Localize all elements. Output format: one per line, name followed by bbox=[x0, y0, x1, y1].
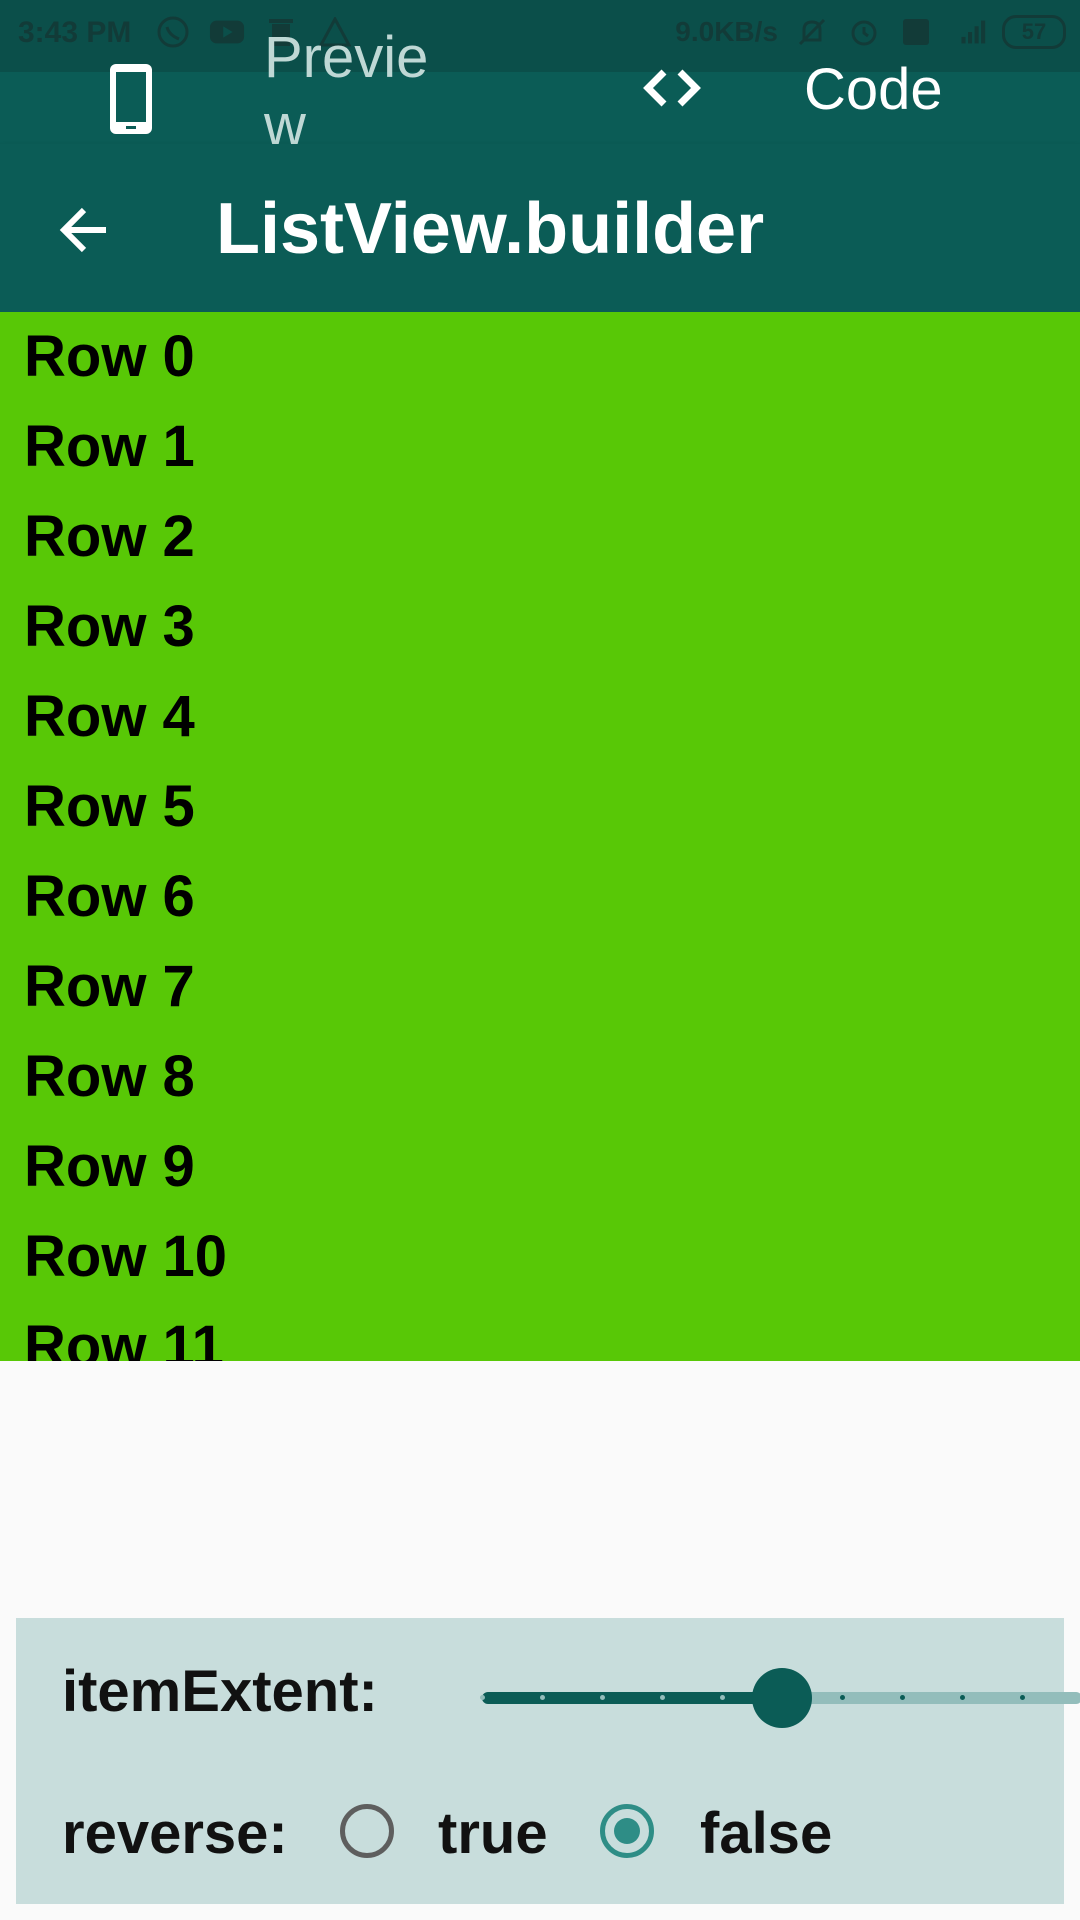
mute-icon bbox=[794, 14, 830, 50]
list-item: Row 6 bbox=[24, 864, 195, 929]
controls-panel: itemExtent: reverse: true false bbox=[16, 1618, 1080, 1904]
list-item: Row 5 bbox=[24, 774, 195, 839]
phone-icon bbox=[106, 50, 156, 140]
page-title: ListView.builder bbox=[216, 189, 765, 269]
slider-tick bbox=[660, 1695, 665, 1700]
slider-track-active bbox=[482, 1692, 782, 1704]
reverse-true-label[interactable]: true bbox=[438, 1800, 548, 1867]
app-bar: ListView.builder bbox=[0, 144, 1080, 312]
reverse-true-radio[interactable] bbox=[340, 1804, 394, 1858]
battery-indicator: 57 bbox=[1002, 15, 1066, 49]
slider-tick bbox=[960, 1695, 965, 1700]
whatsapp-icon bbox=[155, 14, 191, 50]
volte-icon bbox=[898, 14, 934, 50]
list-item: Row 4 bbox=[24, 684, 195, 749]
slider-thumb[interactable] bbox=[752, 1668, 812, 1728]
youtube-icon bbox=[209, 14, 245, 50]
list-item: Row 10 bbox=[24, 1224, 228, 1289]
list-item: Row 1 bbox=[24, 414, 195, 479]
code-icon bbox=[640, 60, 704, 116]
list-item: Row 11 bbox=[24, 1314, 224, 1361]
alarm-icon bbox=[846, 14, 882, 50]
network-speed: 9.0KB/s bbox=[675, 16, 778, 47]
tab-preview-label: Preview bbox=[264, 25, 429, 158]
slider-tick bbox=[480, 1695, 485, 1700]
slider-track-inactive bbox=[782, 1692, 1080, 1704]
radio-selected-dot bbox=[614, 1818, 640, 1844]
slider-tick bbox=[600, 1695, 605, 1700]
slider-tick bbox=[720, 1695, 725, 1700]
reverse-false-radio[interactable] bbox=[600, 1804, 654, 1858]
list-item: Row 8 bbox=[24, 1044, 195, 1109]
slider-tick bbox=[1020, 1695, 1025, 1700]
slider-tick bbox=[540, 1695, 545, 1700]
reverse-label: reverse: bbox=[62, 1801, 288, 1866]
system-icons: 9.0KB/s 57 bbox=[675, 14, 1066, 50]
back-arrow-icon[interactable] bbox=[56, 202, 112, 258]
list-item: Row 3 bbox=[24, 594, 195, 659]
item-extent-slider[interactable] bbox=[462, 1666, 1080, 1730]
preview-code-tabbar: Preview Code bbox=[0, 25, 1080, 158]
signal-4g-icon bbox=[950, 14, 986, 50]
tab-code-label: Code bbox=[804, 57, 943, 122]
slider-tick bbox=[840, 1695, 845, 1700]
status-time: 3:43 PM bbox=[18, 16, 132, 49]
list-item: Row 2 bbox=[24, 504, 195, 569]
slider-tick bbox=[900, 1695, 905, 1700]
list-view[interactable]: Row 0 Row 1 Row 2 Row 3 Row 4 Row 5 Row … bbox=[0, 312, 1080, 1361]
list-item: Row 7 bbox=[24, 954, 195, 1019]
list-item: Row 9 bbox=[24, 1134, 195, 1199]
item-extent-label: itemExtent: bbox=[62, 1659, 378, 1724]
reverse-false-label[interactable]: false bbox=[700, 1800, 832, 1867]
list-item: Row 0 bbox=[24, 324, 195, 389]
